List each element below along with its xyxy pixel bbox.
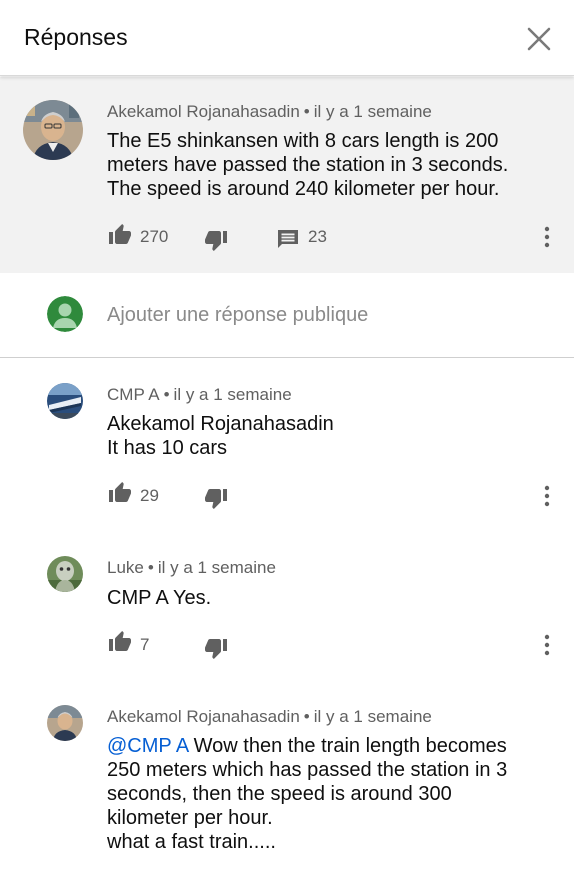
comment-body-last: what a fast train..... [107, 831, 276, 853]
comment-text: CMP A Yes. [107, 587, 212, 609]
more-options-button[interactable] [543, 485, 551, 507]
my-avatar [47, 296, 83, 332]
meta-separator: • [303, 102, 310, 121]
comment-time: il y a 1 semaine [313, 102, 432, 121]
like-button[interactable] [107, 630, 133, 654]
comment-meta: Akekamol Rojanahasadin • il y a 1 semaine [107, 102, 432, 122]
mention-link[interactable]: @CMP A [107, 735, 188, 757]
thumbs-down-icon [205, 639, 227, 659]
comment-time: il y a 1 semaine [313, 707, 432, 726]
comment-author[interactable]: Luke [107, 558, 144, 577]
comment-text: Akekamol Rojanahasadin [107, 413, 334, 435]
comment-text: It has 10 cars [107, 437, 228, 459]
add-reply-bar: Ajouter une réponse publique [0, 274, 574, 358]
thumbs-down-icon [205, 231, 227, 251]
comment-author[interactable]: Akekamol Rojanahasadin [107, 102, 300, 121]
meta-separator: • [303, 707, 310, 726]
meta-separator: • [163, 385, 170, 404]
close-button[interactable] [524, 24, 554, 54]
comment-author[interactable]: Akekamol Rojanahasadin [107, 707, 300, 726]
like-count: 29 [140, 486, 159, 505]
dislike-button[interactable] [203, 636, 229, 660]
dislike-button[interactable] [203, 228, 229, 252]
comment-icon [278, 230, 298, 248]
thumbs-down-icon [205, 489, 227, 509]
thumbs-up-icon [109, 224, 131, 244]
avatar[interactable] [47, 383, 83, 419]
like-button[interactable] [107, 481, 133, 505]
avatar[interactable] [23, 100, 83, 160]
comment-time: il y a 1 semaine [173, 385, 292, 404]
more-vert-icon [544, 485, 550, 507]
like-count: 7 [140, 635, 150, 654]
more-vert-icon [544, 634, 550, 656]
comment-author[interactable]: CMP A [107, 385, 160, 404]
meta-separator: • [147, 558, 154, 577]
like-button[interactable] [107, 223, 133, 247]
reply-input[interactable]: Ajouter une réponse publique [107, 304, 368, 327]
comment-meta: Akekamol Rojanahasadin • il y a 1 semaine [107, 707, 432, 727]
reply-count: 23 [308, 227, 327, 246]
comment-meta: Luke • il y a 1 semaine [107, 558, 276, 578]
comment-text: The E5 shinkansen with 8 cars length is … [107, 130, 509, 200]
page-title: Réponses [24, 24, 128, 50]
reply-count-button[interactable] [276, 227, 300, 251]
more-options-button[interactable] [543, 226, 551, 248]
more-vert-icon [544, 226, 550, 248]
thumbs-up-icon [109, 482, 131, 502]
avatar[interactable] [47, 556, 83, 592]
like-count: 270 [140, 227, 169, 246]
user-icon [47, 296, 83, 332]
replies-header: Réponses [0, 0, 574, 76]
avatar[interactable] [47, 705, 83, 741]
more-options-button[interactable] [543, 634, 551, 656]
parent-comment: Akekamol Rojanahasadin • il y a 1 semaine … [0, 77, 574, 273]
dislike-button[interactable] [203, 486, 229, 510]
comment-meta: CMP A • il y a 1 semaine [107, 385, 292, 405]
comment-time: il y a 1 semaine [157, 558, 276, 577]
thumbs-up-icon [109, 631, 131, 651]
comment-text: @CMP A Wow then the train length becomes… [107, 734, 537, 854]
close-icon [527, 27, 551, 51]
